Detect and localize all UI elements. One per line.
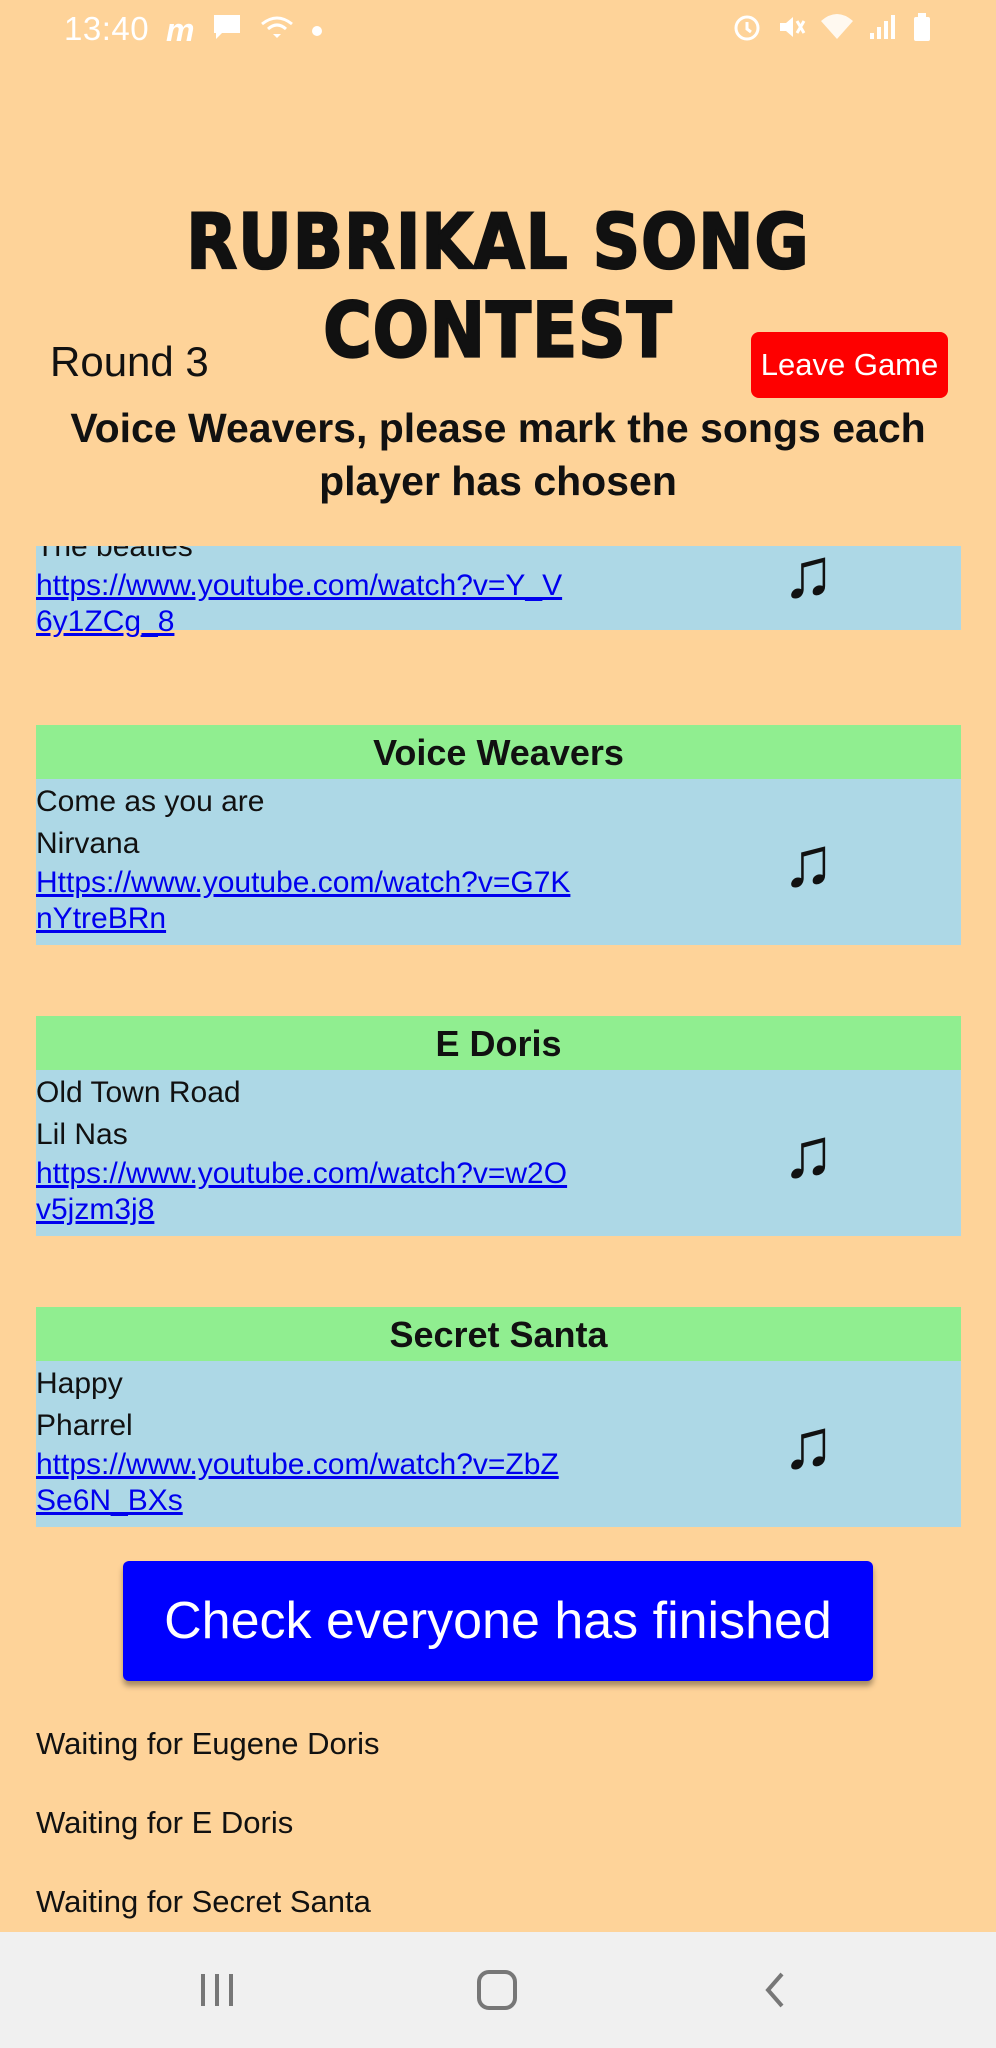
wifi-calling-icon bbox=[260, 14, 294, 48]
wifi-icon bbox=[820, 13, 854, 48]
song-card: Voice Weavers Come as you are Nirvana Ht… bbox=[36, 725, 961, 945]
battery-icon bbox=[912, 12, 932, 49]
alarm-icon bbox=[732, 12, 762, 49]
recent-apps-icon[interactable] bbox=[172, 1952, 262, 2028]
chat-bubble-icon bbox=[212, 13, 242, 49]
song-card-body: Happy Pharrel https://www.youtube.com/wa… bbox=[36, 1361, 961, 1527]
status-left-icons: m bbox=[166, 12, 323, 49]
music-note-icon[interactable]: ♫ bbox=[773, 546, 843, 608]
song-card-body: Old Town Road Lil Nas https://www.youtub… bbox=[36, 1070, 961, 1236]
waiting-item: Waiting for Eugene Doris bbox=[36, 1726, 380, 1761]
song-link[interactable]: https://www.youtube.com/watch?v=ZbZSe6N_… bbox=[36, 1447, 576, 1519]
song-link[interactable]: https://www.youtube.com/watch?v=w2Ov5jzm… bbox=[36, 1156, 576, 1228]
song-list[interactable]: The beatles https://www.youtube.com/watc… bbox=[36, 546, 961, 1546]
status-time: 13:40 bbox=[64, 10, 150, 47]
back-icon[interactable] bbox=[730, 1952, 820, 2028]
waiting-item: Waiting for E Doris bbox=[36, 1805, 294, 1840]
music-note-icon[interactable]: ♫ bbox=[773, 827, 843, 897]
song-link[interactable]: Https://www.youtube.com/watch?v=G7KnYtre… bbox=[36, 865, 576, 937]
song-card: E Doris Old Town Road Lil Nas https://ww… bbox=[36, 1016, 961, 1236]
song-card-partial: The beatles https://www.youtube.com/watc… bbox=[36, 546, 961, 638]
song-card-player: Secret Santa bbox=[36, 1307, 961, 1361]
song-card-player: Voice Weavers bbox=[36, 725, 961, 779]
status-bar: 13:40 m bbox=[0, 0, 996, 62]
song-title: Come as you are bbox=[36, 785, 265, 818]
leave-game-button[interactable]: Leave Game bbox=[751, 332, 948, 398]
song-link[interactable]: https://www.youtube.com/watch?v=Y_V6y1ZC… bbox=[36, 568, 576, 640]
mute-icon bbox=[776, 12, 806, 49]
signal-icon bbox=[868, 13, 898, 48]
music-note-icon[interactable]: ♫ bbox=[773, 1118, 843, 1188]
home-icon[interactable] bbox=[452, 1952, 542, 2028]
song-card-body: The beatles https://www.youtube.com/watc… bbox=[36, 546, 961, 638]
song-card-body: Come as you are Nirvana Https://www.yout… bbox=[36, 779, 961, 945]
song-title: Happy bbox=[36, 1367, 123, 1400]
song-title: Old Town Road bbox=[36, 1076, 241, 1109]
song-card-player: E Doris bbox=[36, 1016, 961, 1070]
check-everyone-finished-button[interactable]: Check everyone has finished bbox=[123, 1561, 873, 1681]
navigation-bar bbox=[0, 1932, 996, 2048]
instruction-text: Voice Weavers, please mark the songs eac… bbox=[70, 405, 926, 504]
messenger-m-icon: m bbox=[166, 12, 195, 48]
dot-icon bbox=[312, 25, 323, 36]
song-card: Secret Santa Happy Pharrel https://www.y… bbox=[36, 1307, 961, 1527]
music-note-icon[interactable]: ♫ bbox=[773, 1409, 843, 1479]
waiting-item: Waiting for Secret Santa bbox=[36, 1884, 371, 1919]
status-right-icons bbox=[732, 12, 932, 49]
round-label: Round 3 bbox=[50, 338, 209, 385]
